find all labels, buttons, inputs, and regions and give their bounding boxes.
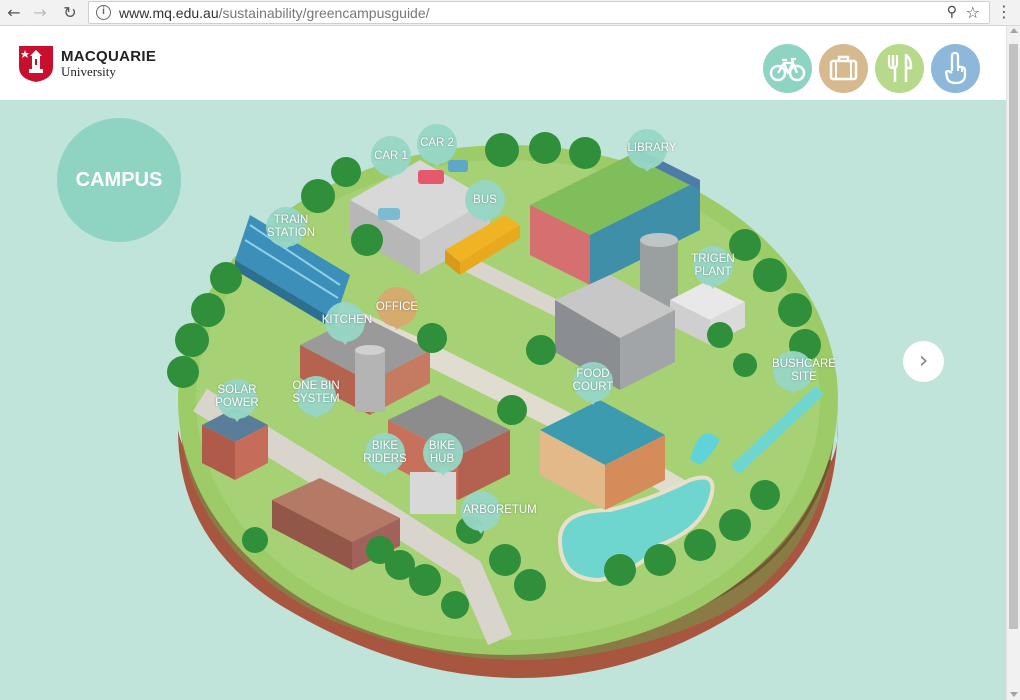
star-icon[interactable]: ☆	[966, 3, 980, 22]
label-arboretum: ARBORETUM	[463, 504, 537, 516]
brand-name[interactable]: MACQUARIE University	[61, 49, 156, 78]
site-header: MACQUARIE University	[0, 26, 1006, 100]
label-bike-hub: BIKE HUB	[428, 440, 456, 465]
info-icon[interactable]: i	[96, 5, 111, 20]
label-one-bin-system: ONE BIN SYSTEM	[292, 380, 340, 405]
url-path: /sustainability/greencampusguide/	[218, 5, 430, 21]
scrollbar-thumb[interactable]	[1009, 44, 1018, 629]
reload-icon[interactable]: ↻	[60, 3, 80, 23]
browser-toolbar: ← → ↻ i www.mq.edu.au/sustainability/gre…	[0, 0, 1020, 26]
label-solar-power: SOLAR POWER	[215, 384, 259, 409]
food-topic-button[interactable]	[875, 44, 924, 93]
address-bar[interactable]: i www.mq.edu.au/sustainability/greencamp…	[88, 1, 990, 24]
briefcase-topic-button[interactable]	[819, 44, 868, 93]
label-train-station: TRAIN STATION	[266, 214, 316, 239]
campus-map-area: CAMPUS › CAR 1 CAR 2 LIBRARY BUS TRAIN S…	[0, 100, 1006, 700]
campus-title-badge: CAMPUS	[57, 118, 181, 242]
arrow-right-icon[interactable]: →	[30, 3, 50, 23]
zoom-icon[interactable]: ⚲	[947, 4, 957, 20]
arrow-left-icon[interactable]: ←	[4, 3, 24, 23]
url-text: www.mq.edu.au/sustainability/greencampus…	[119, 5, 430, 21]
chevron-right-icon[interactable]: ›	[903, 341, 944, 382]
briefcase-icon	[829, 55, 858, 81]
scroll-down-icon[interactable]	[1010, 692, 1018, 697]
page: MACQUARIE University CAMPUS › CAR 1 CAR …	[0, 26, 1006, 700]
cutlery-icon	[887, 53, 913, 82]
label-bushcare-site: BUSHCARE SITE	[772, 358, 836, 383]
label-trigen-plant: TRIGEN PLANT	[691, 253, 735, 278]
brand-line2: University	[61, 64, 116, 79]
label-bus: BUS	[473, 194, 497, 206]
label-car-2: CAR 2	[420, 137, 454, 149]
hand-pointing-icon	[944, 51, 967, 85]
page-scrollbar[interactable]	[1006, 26, 1020, 700]
label-library: LIBRARY	[627, 142, 677, 154]
scroll-up-icon[interactable]	[1010, 28, 1018, 33]
bicycle-topic-button[interactable]	[763, 44, 812, 93]
vertical-dots-icon[interactable]: ⋮	[996, 2, 1012, 21]
url-host: www.mq.edu.au	[119, 5, 219, 21]
brand-line1: MACQUARIE	[61, 48, 157, 65]
hand-topic-button[interactable]	[931, 44, 980, 93]
label-food-court: FOOD COURT	[572, 368, 614, 393]
bicycle-icon	[769, 57, 806, 82]
macquarie-logo-icon[interactable]	[18, 45, 54, 83]
label-kitchen: KITCHEN	[321, 314, 373, 326]
